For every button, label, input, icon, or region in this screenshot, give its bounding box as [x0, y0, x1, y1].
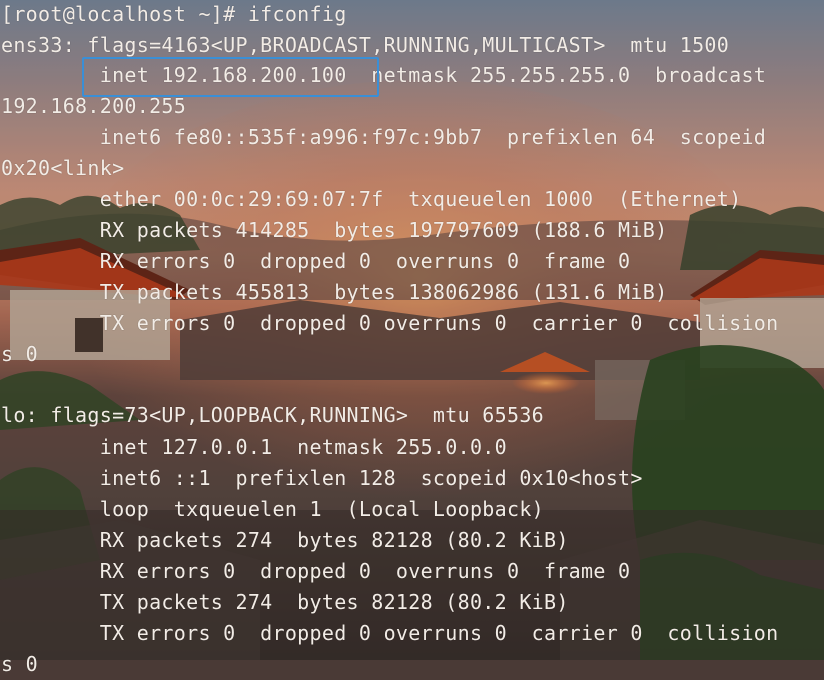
terminal-line-ens33-tx-packets: TX packets 455813 bytes 138062986 (131.6…	[1, 280, 668, 304]
terminal-line-lo-flags: lo: flags=73<UP,LOOPBACK,RUNNING> mtu 65…	[1, 403, 545, 427]
terminal-line-ens33-tx-errors: TX errors 0 dropped 0 overruns 0 carrier…	[1, 311, 779, 335]
terminal-line-ens33-rx-errors: RX errors 0 dropped 0 overruns 0 frame 0	[1, 249, 631, 273]
terminal-line-ens33-rx-packets: RX packets 414285 bytes 197797609 (188.6…	[1, 218, 668, 242]
terminal-line-lo-rx-packets: RX packets 274 bytes 82128 (80.2 KiB)	[1, 528, 569, 552]
terminal-line-lo-tx-packets: TX packets 274 bytes 82128 (80.2 KiB)	[1, 590, 569, 614]
terminal-line-lo-inet: inet 127.0.0.1 netmask 255.0.0.0	[1, 435, 507, 459]
terminal-line-lo-rx-errors: RX errors 0 dropped 0 overruns 0 frame 0	[1, 559, 631, 583]
terminal-line-lo-tx-errors: TX errors 0 dropped 0 overruns 0 carrier…	[1, 621, 779, 645]
terminal-line-ens33-inet6: inet6 fe80::535f:a996:f97c:9bb7 prefixle…	[1, 125, 767, 149]
terminal-line-prompt: [root@localhost ~]# ifconfig	[1, 2, 347, 26]
terminal-line-lo-inet6: inet6 ::1 prefixlen 128 scopeid 0x10<hos…	[1, 466, 643, 490]
ip-address-highlight-box	[82, 57, 379, 97]
terminal-line-ens33-collisions: s 0	[1, 342, 39, 366]
terminal-line-ens33-ether: ether 00:0c:29:69:07:7f txqueuelen 1000 …	[1, 187, 742, 211]
terminal-window[interactable]: [root@localhost ~]# ifconfig ens33: flag…	[0, 0, 824, 676]
terminal-line-lo-loop: loop txqueuelen 1 (Local Loopback)	[1, 497, 545, 521]
terminal-line-ens33-scopeid: 0x20<link>	[1, 156, 125, 180]
terminal-line-lo-collisions: s 0	[1, 652, 39, 676]
